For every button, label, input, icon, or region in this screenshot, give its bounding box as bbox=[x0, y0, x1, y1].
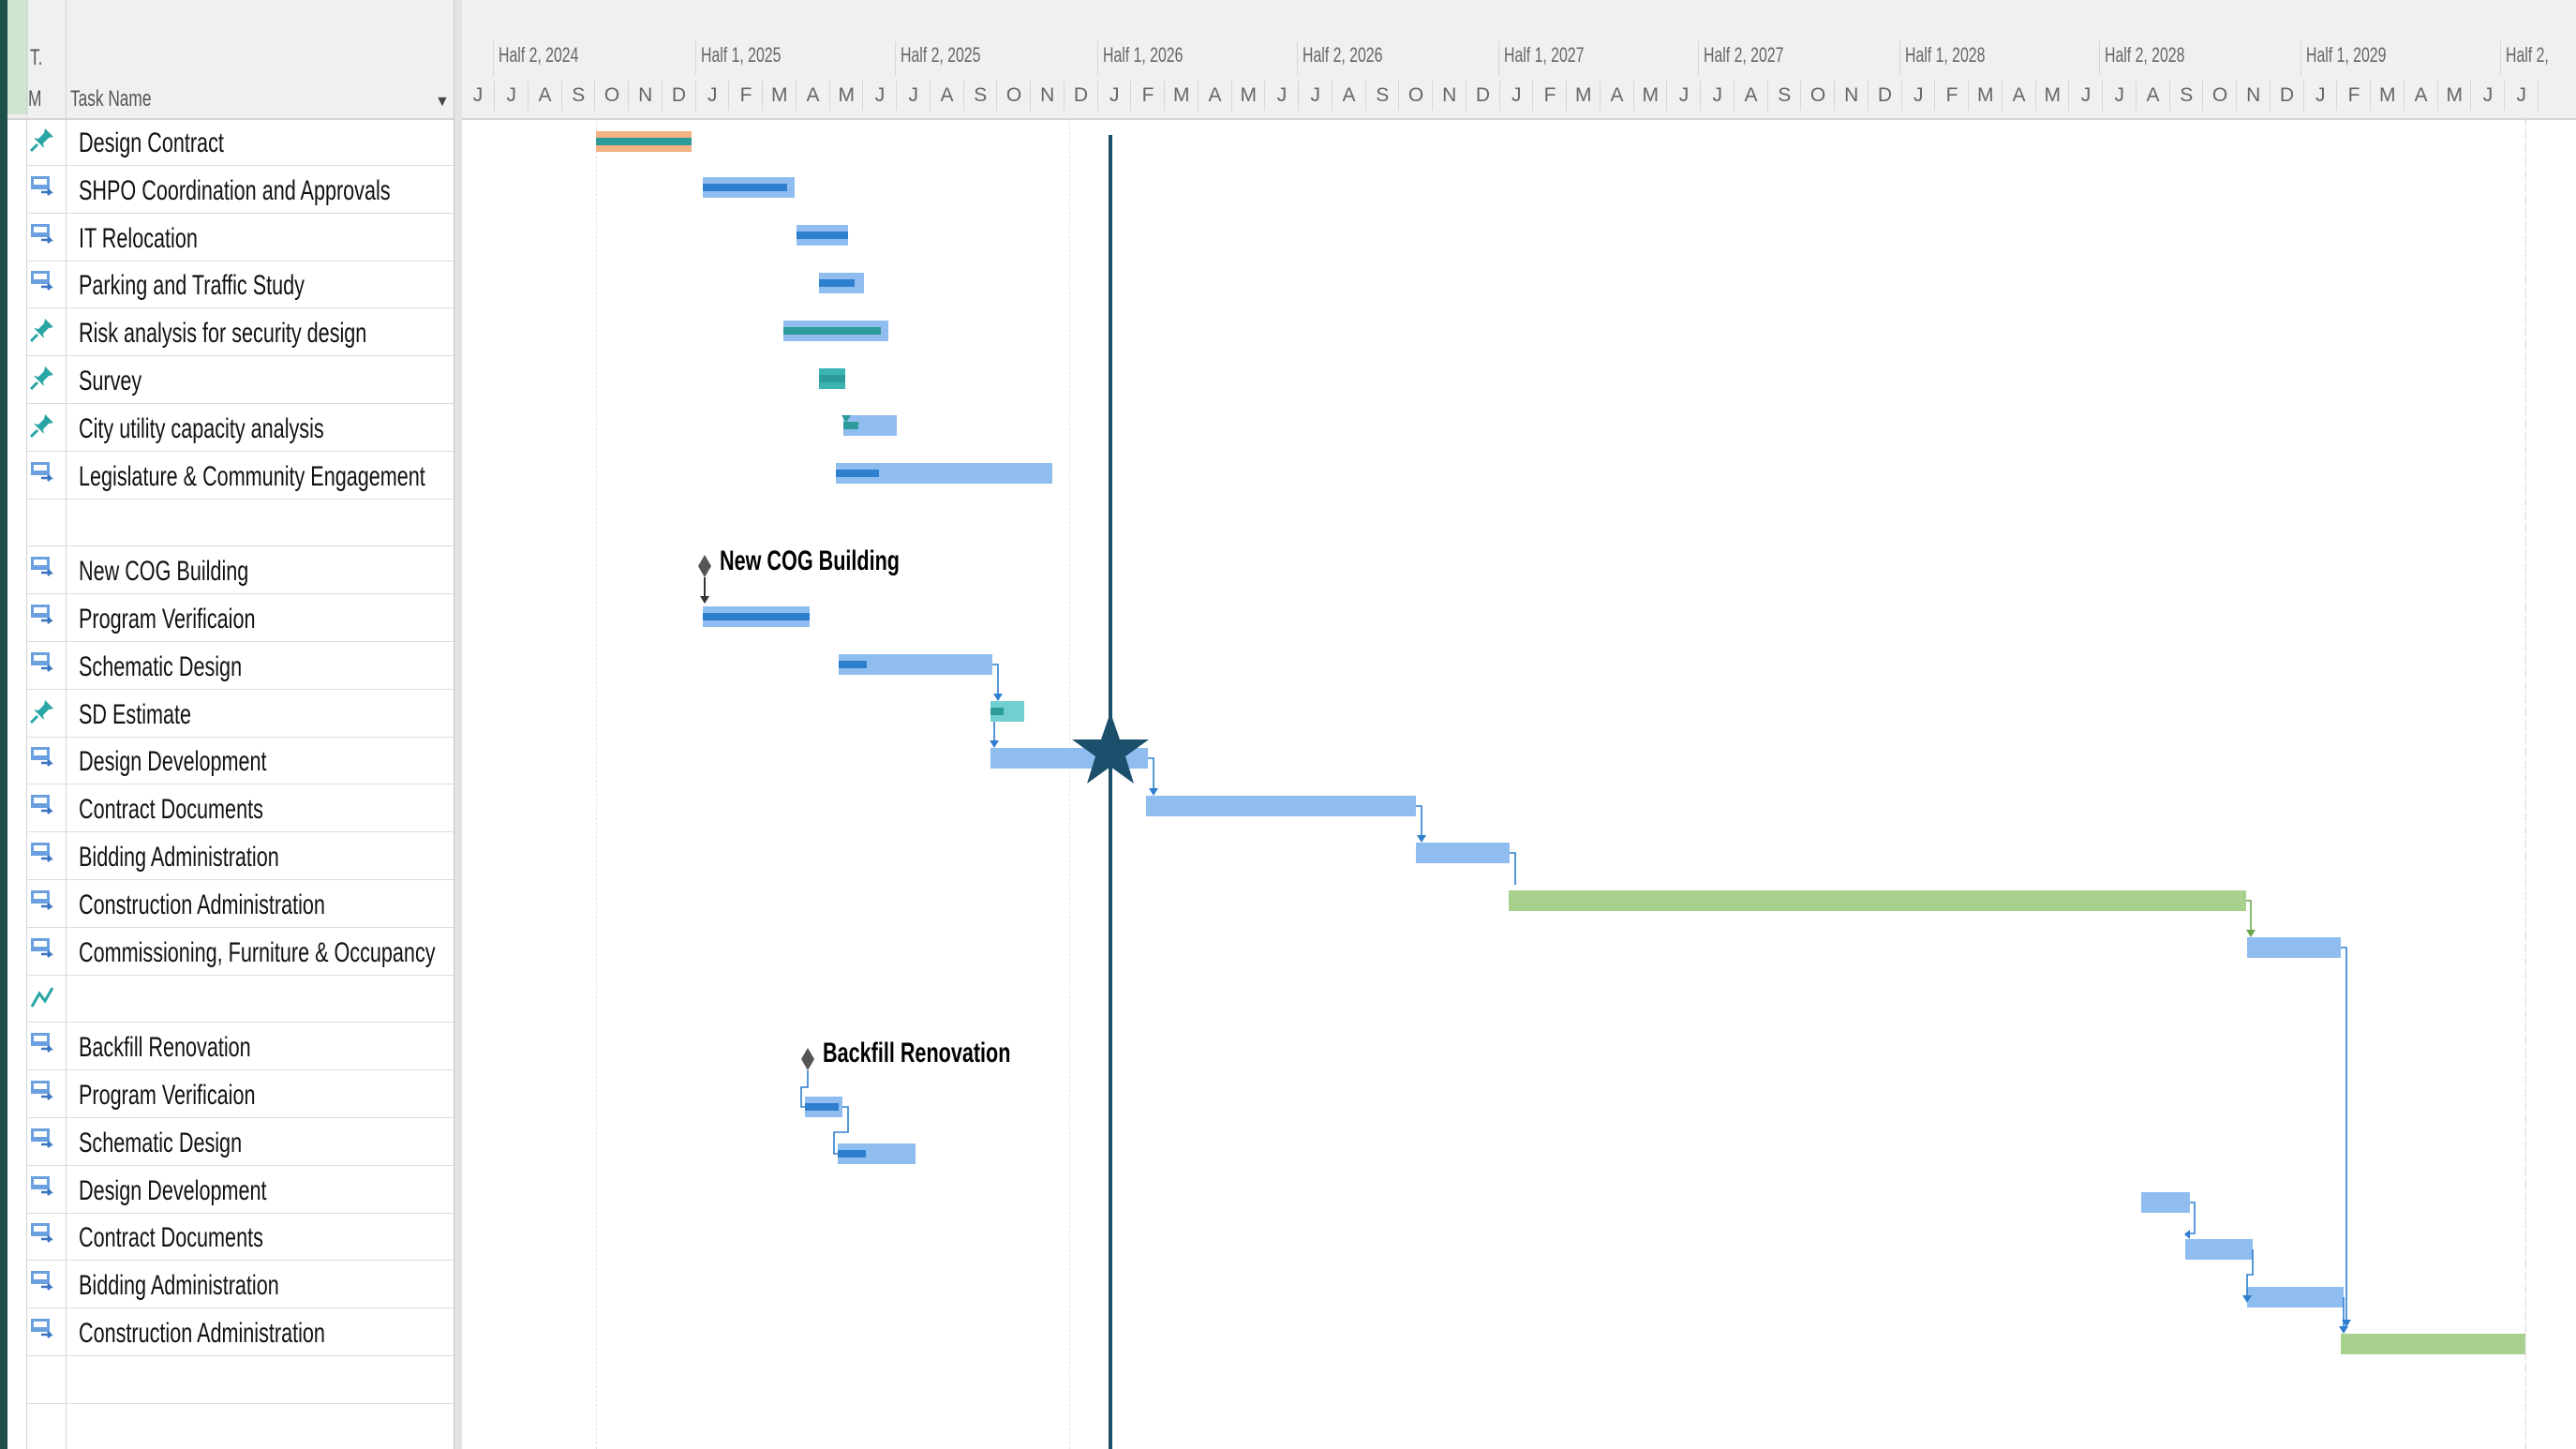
link-dd-to-cd bbox=[1148, 757, 1154, 790]
link-cd-to-bid bbox=[1416, 805, 1422, 837]
link-comm-to-backfill-bid bbox=[2341, 947, 2347, 1322]
cog-summary-marker-icon bbox=[698, 555, 711, 577]
cog-summary-arrow-icon bbox=[700, 596, 709, 604]
backfill-summary-marker-icon bbox=[801, 1048, 814, 1070]
link-bid-to-ca bbox=[1510, 852, 1516, 885]
arrow-icon bbox=[841, 415, 851, 423]
link-backfill-cd-to-bid bbox=[2246, 1249, 2254, 1297]
link-backfill-dd-to-cd bbox=[2185, 1202, 2196, 1234]
link-schematic-to-estimate bbox=[992, 664, 999, 695]
link-ca-to-commissioning bbox=[2246, 900, 2252, 932]
dependency-arrows bbox=[990, 694, 2351, 1334]
arrow-icon bbox=[2246, 930, 2256, 937]
arrow-icon bbox=[2339, 1326, 2348, 1334]
arrow-icon bbox=[1149, 788, 1158, 796]
arrow-icon bbox=[1417, 835, 1426, 843]
arrow-icon bbox=[993, 694, 1003, 701]
link-backfill-summary bbox=[800, 1070, 809, 1108]
gantt-overlay bbox=[698, 118, 2526, 1449]
arrow-icon bbox=[2242, 1295, 2252, 1303]
arrow-icon bbox=[990, 740, 999, 748]
dependency-links bbox=[800, 664, 2347, 1328]
link-program-to-schematic bbox=[833, 1106, 849, 1155]
arrow-icon bbox=[2184, 1230, 2190, 1239]
